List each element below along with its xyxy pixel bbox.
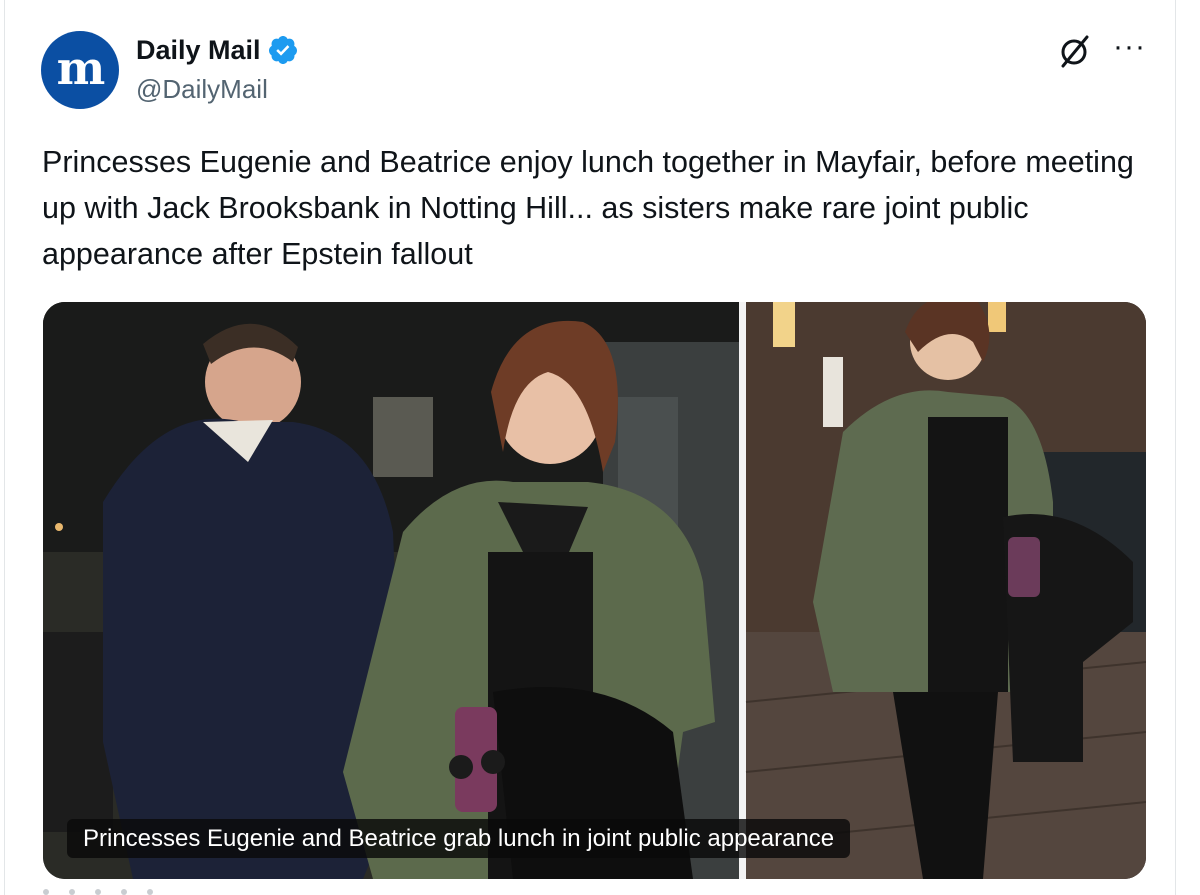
grok-icon[interactable] (1057, 33, 1093, 69)
tweet-card[interactable]: m Daily Mail @DailyMail ··· Princesses E… (4, 0, 1176, 895)
media-photos (43, 302, 1146, 879)
photo-divider (739, 302, 746, 879)
author-handle[interactable]: @DailyMail (136, 74, 268, 105)
tweet-media[interactable]: Princesses Eugenie and Beatrice grab lun… (43, 302, 1146, 879)
tweet-text: Princesses Eugenie and Beatrice enjoy lu… (42, 145, 1134, 271)
tweet-footer-partial (43, 882, 243, 895)
photo-restaurant-entrance[interactable] (745, 302, 1146, 879)
more-options-icon[interactable]: ··· (1113, 32, 1146, 62)
avatar[interactable]: m (41, 31, 119, 109)
photo-night-street[interactable] (43, 302, 739, 879)
verified-badge-icon (268, 36, 297, 64)
daily-mail-logo: m (56, 41, 106, 95)
media-caption: Princesses Eugenie and Beatrice grab lun… (67, 819, 851, 858)
author-name[interactable]: Daily Mail (136, 35, 261, 66)
author-row: Daily Mail (136, 34, 299, 66)
